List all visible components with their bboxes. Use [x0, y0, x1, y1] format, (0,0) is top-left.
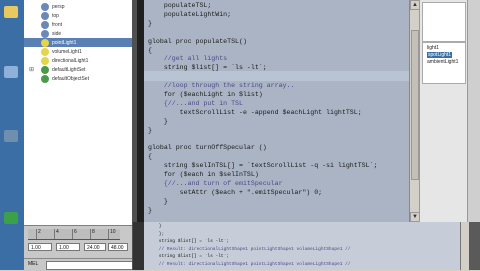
history-scrollbar[interactable]: [460, 222, 469, 270]
code-line: }: [148, 126, 152, 134]
outliner-item-label: front: [52, 21, 63, 28]
code-line: string $list[] = `ls -lt`;: [148, 64, 267, 72]
editor-gutter: [137, 0, 144, 222]
history-line: };: [148, 231, 165, 237]
time-tick-label: 6: [74, 229, 77, 235]
outliner-item-label: side: [52, 30, 62, 37]
outliner-panel: persp top front side pointLight1 volumeLight1…: [24, 0, 133, 225]
node-icon: [41, 2, 49, 11]
time-tick: [72, 229, 73, 239]
code-line: for ($eachLight in $list): [148, 91, 263, 98]
mel-command-input[interactable]: [46, 261, 134, 270]
history-line: // Result: directionalLightShape1 pointL…: [148, 246, 351, 252]
node-icon: [41, 74, 49, 83]
time-tick-label: 10: [110, 229, 116, 235]
time-tick: [54, 229, 55, 239]
time-tick-label: 2: [38, 229, 41, 235]
history-line: string $list[] = `ls -lt`;: [148, 254, 230, 259]
code-line: //get all lights: [148, 55, 228, 63]
time-tick: [90, 229, 91, 239]
code-line: global proc populateTSL(): [148, 37, 247, 45]
light-list-item[interactable]: ambientLight1: [427, 59, 458, 65]
range-end2-field[interactable]: 48.00: [108, 243, 128, 251]
code-line: }: [148, 19, 152, 27]
code-line: populateLightWin;: [148, 10, 232, 18]
light-tsl-list[interactable]: light1 spotLight1 ambientLight1: [422, 42, 466, 84]
code-line: setAttr ($each + ".emitSpecular") 0;: [148, 188, 323, 196]
code-line: populateTSL;: [148, 2, 212, 9]
outliner-item-label: volumeLight1: [52, 48, 82, 55]
outliner-item-label: defaultLightSet: [52, 66, 86, 73]
node-icon: [41, 47, 49, 56]
app-icon[interactable]: [4, 66, 18, 78]
outliner-item[interactable]: side: [24, 29, 132, 38]
start-time-field[interactable]: 1.00: [28, 243, 52, 251]
code-line: for ($each in $selInTSL): [148, 171, 259, 179]
code-line: }: [148, 197, 168, 205]
script-editor-input[interactable]: populateTSL; populateLightWin;} global pr…: [144, 0, 409, 222]
current-line-highlight: [144, 71, 409, 81]
time-tick-label: 8: [92, 229, 95, 235]
outliner-item[interactable]: defaultObjectSet: [24, 74, 132, 83]
folder-icon[interactable]: [4, 6, 18, 18]
outliner-item-label: top: [52, 12, 59, 19]
command-line: MEL: [24, 258, 144, 271]
code-line: }: [148, 117, 168, 125]
code-line: string $selInTSL[] = `textScrollList -q …: [148, 162, 378, 170]
code-line: global proc turnOffSpecular (): [148, 144, 267, 152]
outliner-item[interactable]: top: [24, 11, 132, 20]
mel-label: MEL: [28, 261, 39, 267]
time-ruler[interactable]: 2 4 6 8 10: [28, 229, 120, 240]
code-line: {: [148, 46, 152, 54]
code-line: {//...and put in TSL: [148, 99, 243, 107]
node-icon: [41, 38, 49, 47]
outliner-item-label: pointLight1: [52, 39, 77, 46]
outliner-item[interactable]: directionalLight1: [24, 56, 132, 65]
app-icon[interactable]: [4, 130, 18, 142]
outliner-item[interactable]: volumeLight1: [24, 47, 132, 56]
outliner-item-label: defaultObjectSet: [52, 75, 89, 82]
time-tick-label: 4: [56, 229, 59, 235]
code-line: {: [148, 153, 152, 161]
outliner-item[interactable]: ⊞ defaultLightSet: [24, 65, 132, 74]
light-preview: [422, 2, 466, 42]
right-strip: [467, 0, 480, 222]
desktop-strip: [0, 0, 24, 270]
code-line: }: [148, 206, 152, 214]
history-line: // Result: directionalLightShape1 pointL…: [148, 261, 351, 267]
node-icon: [41, 20, 49, 29]
history-line: }: [148, 224, 162, 229]
outliner-item[interactable]: persp: [24, 2, 132, 11]
scroll-thumb[interactable]: [411, 30, 419, 180]
end-time-field[interactable]: 1.00: [56, 243, 80, 251]
expand-icon[interactable]: ⊞: [29, 66, 34, 73]
node-icon: [41, 56, 49, 65]
outliner-item[interactable]: pointLight1: [24, 38, 132, 47]
node-icon: [41, 11, 49, 20]
history-line: string $list[] = `ls -lt`;: [148, 239, 230, 244]
light-list-item[interactable]: light1: [427, 45, 439, 51]
outliner-item[interactable]: front: [24, 20, 132, 29]
light-list-item[interactable]: spotLight1: [427, 52, 453, 58]
node-icon: [41, 65, 49, 74]
app-icon[interactable]: [4, 212, 18, 224]
code-line: {//...and turn of emitSpecular: [148, 180, 283, 187]
node-icon: [41, 29, 49, 38]
script-history-panel: } }; string $list[] = `ls -lt`; // Resul…: [144, 222, 480, 270]
history-output[interactable]: } }; string $list[] = `ls -lt`; // Resul…: [144, 222, 460, 270]
outliner-item-label: persp: [52, 3, 65, 10]
time-tick: [36, 229, 37, 239]
code-line: textScrollList -e -append $eachLight lig…: [148, 108, 362, 116]
history-gutter: [133, 222, 144, 270]
range-end-field[interactable]: 24.00: [84, 243, 106, 251]
time-tick: [108, 229, 109, 239]
code-line: //loop through the string array..: [148, 82, 295, 90]
outliner-item-label: directionalLight1: [52, 57, 89, 64]
light-window-panel: light1 spotLight1 ambientLight1: [419, 0, 468, 222]
